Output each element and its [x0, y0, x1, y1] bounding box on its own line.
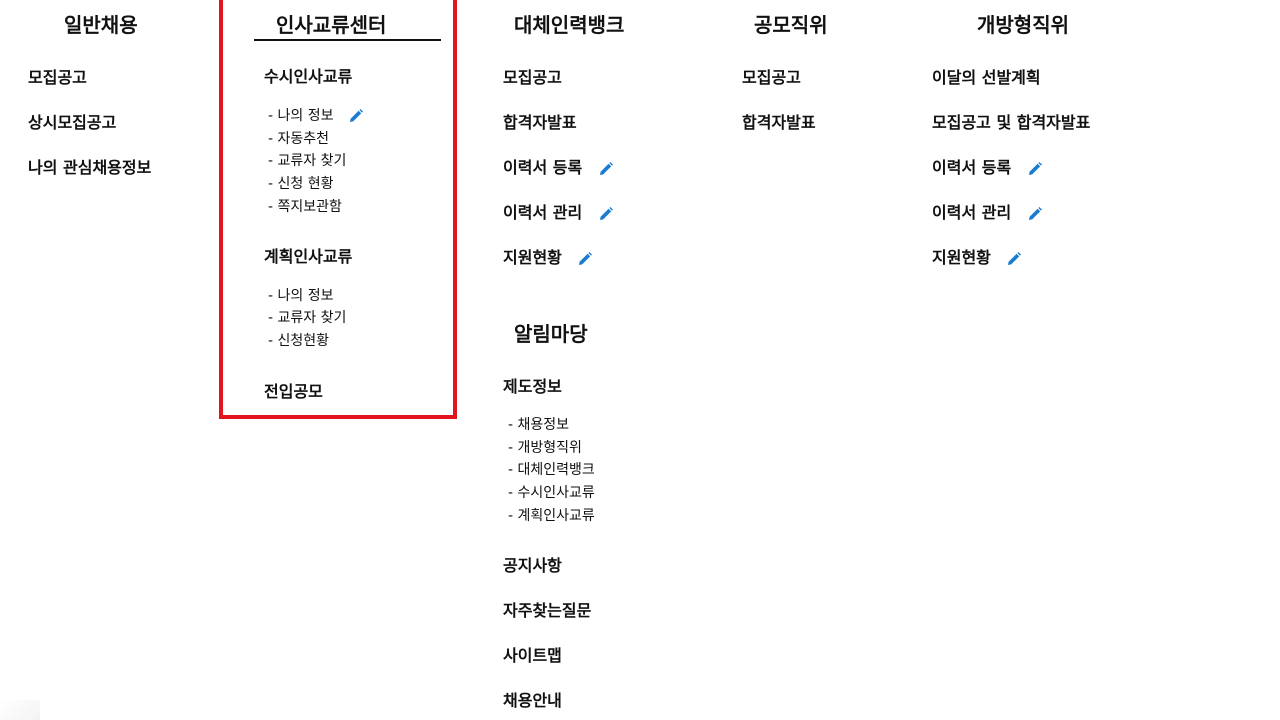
item-label: 이력서 등록	[503, 158, 583, 177]
item-label: 지원현황	[932, 248, 991, 267]
general-item-regular[interactable]: 상시모집공고	[28, 109, 116, 133]
public-item-result[interactable]: 합격자발표	[742, 109, 816, 133]
pencil-icon[interactable]	[1027, 206, 1043, 222]
open-item-plan[interactable]: 이달의 선발계획	[932, 64, 1041, 88]
notice-sub-planned[interactable]: - 계획인사교류	[508, 505, 595, 525]
exchange-sub-myinfo[interactable]: - 나의 정보	[268, 105, 364, 125]
notice-item-announcements[interactable]: 공지사항	[503, 552, 562, 576]
exchange-sub-status[interactable]: - 신청 현황	[268, 173, 333, 193]
pencil-icon[interactable]	[598, 161, 614, 177]
notice-sub-open[interactable]: - 개방형직위	[508, 437, 582, 457]
planned-sub-myinfo[interactable]: - 나의 정보	[268, 285, 333, 305]
bank-item-resume-register[interactable]: 이력서 등록	[503, 154, 614, 178]
notice-item-faq[interactable]: 자주찾는질문	[503, 597, 591, 621]
menu-title-general[interactable]: 일반채용	[64, 9, 138, 38]
exchange-section-occasional[interactable]: 수시인사교류	[264, 63, 352, 87]
pencil-icon[interactable]	[1006, 251, 1022, 267]
exchange-sub-memo[interactable]: - 쪽지보관함	[268, 196, 342, 216]
open-item-resume-register[interactable]: 이력서 등록	[932, 154, 1043, 178]
sub-label: - 나의 정보	[268, 108, 334, 124]
item-label: 지원현황	[503, 248, 562, 267]
open-item-status[interactable]: 지원현황	[932, 244, 1022, 268]
bank-item-resume-manage[interactable]: 이력서 관리	[503, 199, 614, 223]
menu-title-notice[interactable]: 알림마당	[514, 318, 588, 347]
corner-decoration	[0, 700, 40, 720]
pencil-icon[interactable]	[577, 251, 593, 267]
pencil-icon[interactable]	[1027, 161, 1043, 177]
planned-sub-status[interactable]: - 신청현황	[268, 330, 329, 350]
planned-sub-find[interactable]: - 교류자 찾기	[268, 307, 346, 327]
notice-system-info[interactable]: 제도정보	[503, 373, 562, 397]
general-item-notice[interactable]: 모집공고	[28, 64, 87, 88]
notice-sub-recruit[interactable]: - 채용정보	[508, 414, 569, 434]
notice-item-guide[interactable]: 채용안내	[503, 687, 562, 711]
notice-sub-occasional[interactable]: - 수시인사교류	[508, 482, 595, 502]
pencil-icon[interactable]	[598, 206, 614, 222]
menu-title-exchange[interactable]: 인사교류센터	[276, 9, 386, 38]
notice-sub-bank[interactable]: - 대체인력뱅크	[508, 459, 595, 479]
menu-title-bank[interactable]: 대체인력뱅크	[514, 9, 624, 38]
exchange-sub-find[interactable]: - 교류자 찾기	[268, 150, 346, 170]
bank-item-notice[interactable]: 모집공고	[503, 64, 562, 88]
open-item-resume-manage[interactable]: 이력서 관리	[932, 199, 1043, 223]
menu-title-public[interactable]: 공모직위	[754, 9, 828, 38]
bank-item-result[interactable]: 합격자발표	[503, 109, 577, 133]
public-item-notice[interactable]: 모집공고	[742, 64, 801, 88]
pencil-icon[interactable]	[348, 108, 364, 124]
exchange-section-planned[interactable]: 계획인사교류	[264, 243, 352, 267]
exchange-transfer[interactable]: 전입공모	[264, 378, 323, 402]
menu-title-open[interactable]: 개방형직위	[977, 9, 1069, 38]
item-label: 이력서 관리	[503, 203, 583, 222]
bank-item-status[interactable]: 지원현황	[503, 244, 593, 268]
item-label: 이력서 등록	[932, 158, 1012, 177]
notice-item-sitemap[interactable]: 사이트맵	[503, 642, 562, 666]
open-item-notice-result[interactable]: 모집공고 및 합격자발표	[932, 109, 1090, 133]
exchange-sub-recommend[interactable]: - 자동추천	[268, 128, 329, 148]
general-item-interest[interactable]: 나의 관심채용정보	[28, 154, 151, 178]
item-label: 이력서 관리	[932, 203, 1012, 222]
active-title-underline	[254, 39, 441, 41]
